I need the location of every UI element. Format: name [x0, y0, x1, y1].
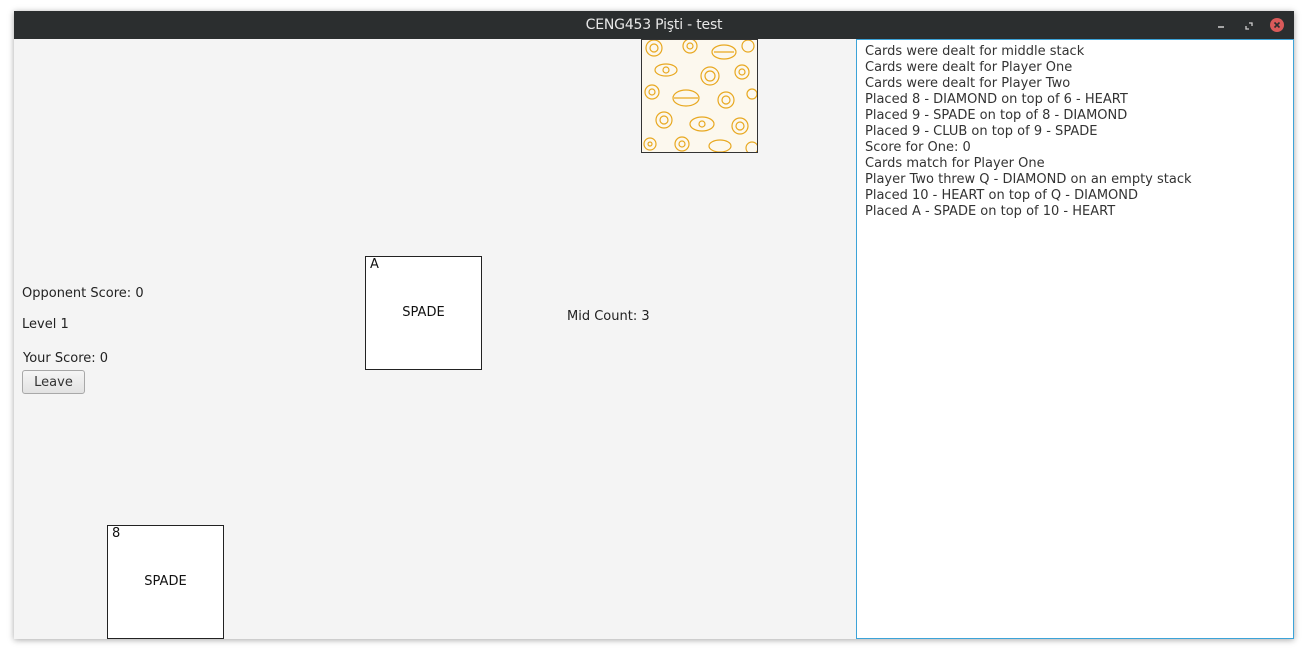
log-line: Placed A - SPADE on top of 10 - HEART — [865, 204, 1116, 219]
game-area: Opponent Score: 0 Level 1 Your Score: 0 … — [14, 39, 856, 639]
opponent-score-label: Opponent Score: 0 — [22, 286, 144, 301]
log-line: Placed 9 - CLUB on top of 9 - SPADE — [865, 124, 1098, 139]
middle-stack-card: A SPADE — [365, 256, 482, 370]
leave-button[interactable]: Leave — [22, 370, 85, 394]
log-line: Cards were dealt for Player One — [865, 60, 1073, 75]
log-line: Cards match for Player One — [865, 156, 1045, 171]
your-score-label: Your Score: 0 — [23, 351, 109, 366]
log-line: Score for One: 0 — [865, 140, 971, 155]
log-line: Placed 9 - SPADE on top of 8 - DIAMOND — [865, 108, 1128, 123]
log-line: Cards were dealt for Player Two — [865, 76, 1071, 91]
window-title: CENG453 Pişti - test — [585, 17, 723, 33]
lemon-pattern-icon — [643, 40, 757, 152]
card-suit: SPADE — [402, 305, 445, 320]
log-line: Placed 10 - HEART on top of Q - DIAMOND — [865, 188, 1139, 203]
close-icon[interactable] — [1270, 18, 1284, 32]
app-window: CENG453 Pişti - test Opponent Score: 0 L… — [14, 11, 1294, 639]
game-log-textarea[interactable]: Cards were dealt for middle stack Cards w… — [856, 39, 1294, 639]
card-rank: A — [370, 257, 379, 272]
title-bar[interactable]: CENG453 Pişti - test — [14, 11, 1294, 39]
card-suit: SPADE — [144, 574, 187, 589]
minimize-icon[interactable] — [1214, 18, 1228, 32]
level-label: Level 1 — [22, 317, 69, 332]
log-line: Cards were dealt for middle stack — [865, 44, 1085, 59]
mid-count-label: Mid Count: 3 — [567, 309, 650, 324]
restore-icon[interactable] — [1242, 18, 1256, 32]
opponent-card — [641, 39, 758, 153]
log-lines: Cards were dealt for middle stack Cards w… — [865, 44, 1192, 220]
player-hand-card[interactable]: 8 SPADE — [107, 525, 224, 639]
log-line: Player Two threw Q - DIAMOND on an empty… — [865, 172, 1192, 187]
card-rank: 8 — [112, 526, 121, 541]
log-line: Placed 8 - DIAMOND on top of 6 - HEART — [865, 92, 1128, 107]
